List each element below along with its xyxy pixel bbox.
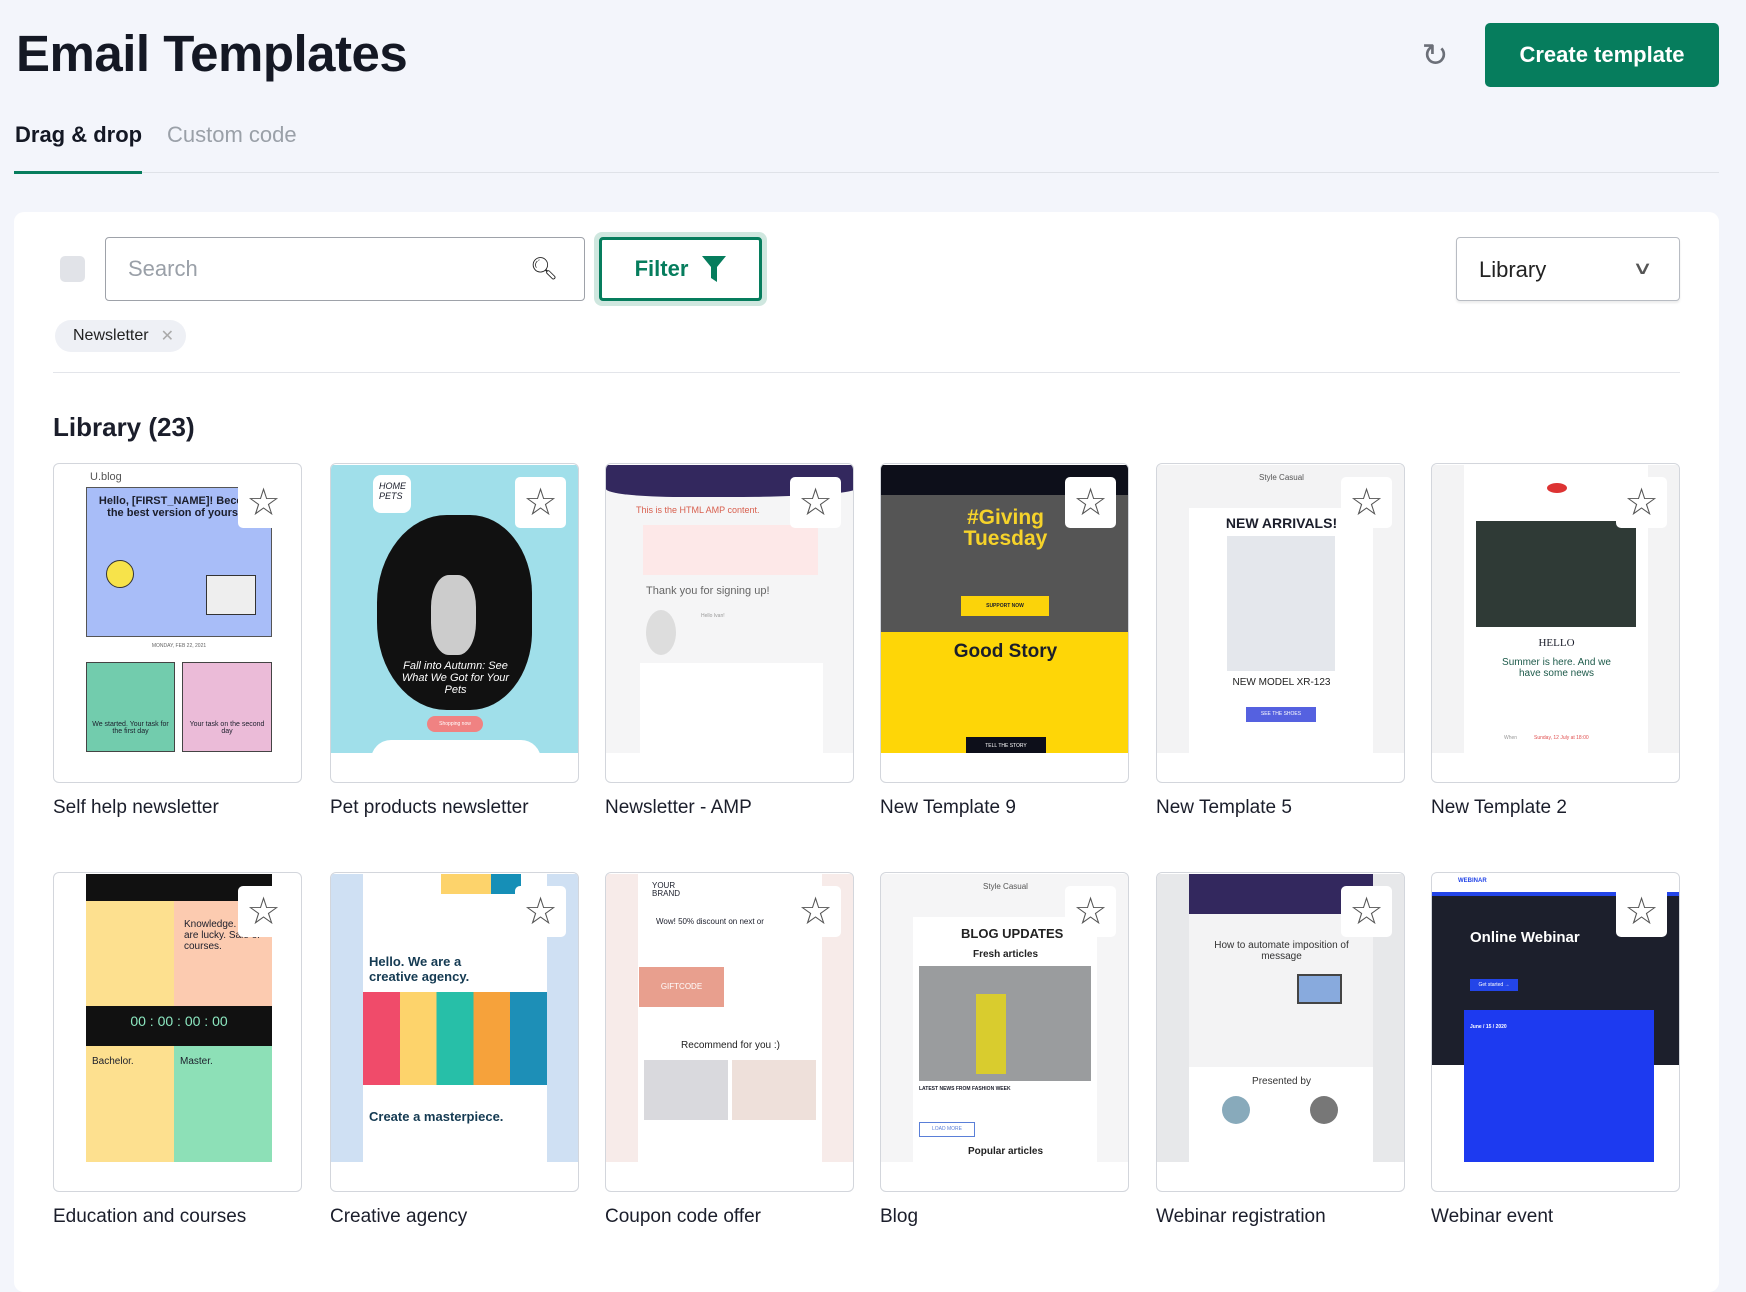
template-name[interactable]: Creative agency [330,1206,467,1228]
thumb-greeting: Hello Ivan! [701,613,725,619]
thumb-date: MONDAY, FEB 22, 2021 [151,643,207,649]
thumb-text: Master. [180,1056,213,1067]
thumb-headline: Fall into Autumn: See What We Got for Yo… [401,660,510,696]
search-input[interactable] [128,256,508,282]
thumb-headline: Online Webinar [1470,929,1580,946]
thumb-brand: YOUR BRAND [652,881,681,898]
template-name[interactable]: Webinar event [1431,1206,1553,1228]
thumb-label: When [1504,735,1518,741]
thumb-headline: BLOG UPDATES [961,926,1064,941]
thumb-cta: SUPPORT NOW [961,596,1049,616]
thumb-headline: Hello. We are a creative agency. [369,954,470,984]
filter-label: Filter [634,256,689,281]
template-card[interactable]: U.blog Hello, [FIRST_NAME]! Become the b… [53,463,302,783]
template-card[interactable]: HELLO Summer is here. And we have some n… [1431,463,1680,783]
favorite-star-icon[interactable]: ☆ [515,477,566,528]
template-name[interactable]: Education and courses [53,1206,246,1228]
thumb-headline: Thank you for signing up! [646,585,770,597]
template-name[interactable]: Webinar registration [1156,1206,1326,1228]
template-card[interactable]: Knowledge. You are lucky. Sale of course… [53,872,302,1192]
thumb-greeting: HELLO [1538,637,1575,649]
favorite-star-icon[interactable]: ☆ [1065,477,1116,528]
thumb-cta: Get started → [1470,979,1518,991]
thumb-box: We started. Your task for the first day [86,662,175,752]
favorite-star-icon[interactable]: ☆ [515,886,566,937]
search-icon[interactable]: 🔍︎ [530,256,558,282]
favorite-star-icon[interactable]: ☆ [1065,886,1116,937]
thumb-headline: Wow! 50% discount on next or [656,917,764,926]
thumb-text: Presented by [1252,1076,1311,1087]
favorite-star-icon[interactable]: ☆ [1616,886,1667,937]
chevron-down-icon: ∨ [1631,258,1653,278]
template-card[interactable]: Hello. We are a creative agency. Create … [330,872,579,1192]
thumb-note: This is the HTML AMP content. [636,505,760,515]
favorite-star-icon[interactable]: ☆ [1341,886,1392,937]
create-template-button[interactable]: Create template [1485,23,1719,87]
thumb-cta: SEE THE SHOES [1246,707,1316,722]
search-field[interactable]: 🔍︎ [105,237,585,301]
thumb-text: Recommend for you :) [681,1040,780,1051]
template-name[interactable]: Self help newsletter [53,797,219,819]
source-select[interactable]: Library ∨ [1456,237,1680,301]
thumb-cta: Shopping now [427,716,483,732]
template-name[interactable]: New Template 9 [880,797,1016,819]
template-card[interactable]: HOME PETS Fall into Autumn: See What We … [330,463,579,783]
template-card[interactable]: WEBINAR Online Webinar Get started → Jun… [1431,872,1680,1192]
template-card[interactable]: YOUR BRAND Wow! 50% discount on next or … [605,872,854,1192]
thumb-box: Your task on the second day [182,662,272,752]
thumb-brand: U.blog [90,471,122,483]
template-name[interactable]: New Template 2 [1431,797,1567,819]
favorite-star-icon[interactable]: ☆ [238,886,289,937]
thumb-model: NEW MODEL XR-123 [1232,677,1331,688]
template-card[interactable]: #Giving Tuesday SUPPORT NOW Good Story T… [880,463,1129,783]
page-title: Email Templates [16,25,408,82]
source-select-value: Library [1479,257,1547,282]
favorite-star-icon[interactable]: ☆ [238,477,289,528]
divider [53,372,1680,373]
template-name[interactable]: New Template 5 [1156,797,1292,819]
template-name[interactable]: Newsletter - AMP [605,797,752,819]
thumb-headline: Good Story [953,641,1058,662]
thumb-brand: HOME PETS [373,475,411,513]
tab-custom-code[interactable]: Custom code [167,122,297,148]
section-title: Library (23) [53,412,195,442]
template-card[interactable]: This is the HTML AMP content. Thank you … [605,463,854,783]
thumb-timer: 00 : 00 : 00 : 00 [86,1006,272,1046]
template-name[interactable]: Pet products newsletter [330,797,529,819]
filter-chip-label: Newsletter [73,327,149,344]
thumb-headline: Create a masterpiece. [369,1109,504,1124]
favorite-star-icon[interactable]: ☆ [790,477,841,528]
thumb-code: GIFTCODE [639,967,724,1007]
template-card[interactable]: Style Casual NEW ARRIVALS! NEW MODEL XR-… [1156,463,1405,783]
favorite-star-icon[interactable]: ☆ [1616,477,1667,528]
thumb-text: Popular articles [967,1146,1044,1157]
favorite-star-icon[interactable]: ☆ [1341,477,1392,528]
tab-drag-and-drop[interactable]: Drag & drop [15,122,142,148]
template-name[interactable]: Coupon code offer [605,1206,761,1228]
thumb-cta: LOAD MORE [919,1122,975,1137]
tabs-divider [14,172,1719,173]
template-card[interactable]: Style Casual BLOG UPDATES Fresh articles… [880,872,1129,1192]
thumb-cta: TELL THE STORY [966,737,1046,753]
thumb-headline: Summer is here. And we have some news [1502,657,1611,679]
close-icon[interactable]: ✕ [161,326,174,346]
active-tab-indicator [14,171,142,174]
thumb-text: LATEST NEWS FROM FASHION WEEK [919,1086,1011,1092]
thumb-text: Bachelor. [92,1056,134,1067]
thumb-headline: How to automate imposition of message [1214,940,1349,962]
thumb-text: June / 15 / 2020 [1470,1024,1507,1030]
select-all-checkbox[interactable] [60,256,85,282]
filter-button[interactable]: Filter [599,237,762,301]
thumb-brand: WEBINAR [1458,878,1487,884]
filter-chip-newsletter: Newsletter ✕ [55,320,186,352]
funnel-icon [702,256,727,282]
thumb-value: Sunday, 12 July at 18:00 [1534,735,1589,741]
template-card[interactable]: How to automate imposition of message Pr… [1156,872,1405,1192]
favorite-star-icon[interactable]: ☆ [790,886,841,937]
thumb-text: Fresh articles [972,949,1039,960]
refresh-icon[interactable]: ↻ [1418,38,1452,72]
template-name[interactable]: Blog [880,1206,918,1228]
